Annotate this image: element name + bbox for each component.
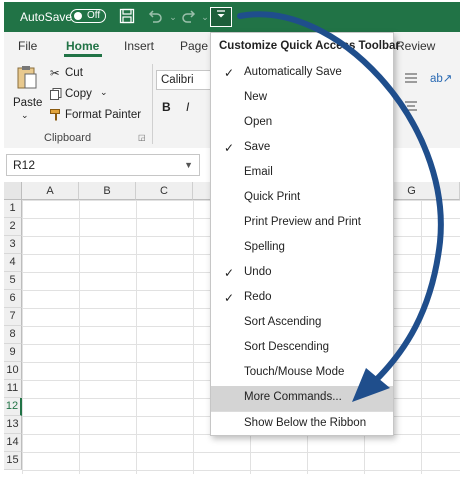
menu-item-open[interactable]: Open [211, 111, 393, 136]
row-header[interactable]: 9 [4, 344, 22, 362]
align-icon[interactable] [404, 72, 418, 87]
menu-item-label: Show Below the Ribbon [244, 417, 367, 429]
check-icon: ✓ [224, 291, 235, 305]
copy-icon[interactable] [50, 88, 62, 103]
excel-window: AutoSave Off ⌄ ⌄ File Home Insert Page R… [4, 2, 460, 474]
row-header[interactable]: 7 [4, 308, 22, 326]
copy-label[interactable]: Copy [65, 88, 92, 100]
menu-item-label: Redo [244, 291, 272, 303]
paste-icon[interactable] [16, 64, 38, 89]
menu-item-label: Spelling [244, 241, 285, 253]
italic-button[interactable]: I [186, 100, 189, 114]
cut-icon[interactable]: ✂ [50, 66, 60, 80]
column-header-a[interactable]: A [22, 182, 79, 200]
menu-item-undo[interactable]: ✓ Undo [211, 261, 393, 286]
undo-icon[interactable] [146, 8, 164, 26]
menu-item-label: More Commands... [244, 391, 342, 403]
menu-item-show-below-ribbon[interactable]: Show Below the Ribbon [211, 412, 393, 437]
row-header[interactable]: 14 [4, 434, 22, 452]
menu-item-new[interactable]: New [211, 86, 393, 111]
check-icon: ✓ [224, 66, 235, 80]
check-icon: ✓ [224, 141, 235, 155]
tab-home[interactable]: Home [66, 39, 99, 53]
menu-item-label: Sort Ascending [244, 316, 322, 328]
cut-label[interactable]: Cut [65, 67, 83, 79]
row-header[interactable]: 5 [4, 272, 22, 290]
row-header[interactable]: 11 [4, 380, 22, 398]
menu-item-label: Save [244, 141, 271, 153]
column-header-c[interactable]: C [136, 182, 193, 200]
menu-item-print-preview[interactable]: Print Preview and Print [211, 211, 393, 236]
tab-insert[interactable]: Insert [124, 39, 154, 53]
select-all-corner[interactable] [4, 182, 22, 200]
menu-item-spelling[interactable]: Spelling [211, 236, 393, 261]
menu-item-save[interactable]: ✓ Save [211, 136, 393, 161]
name-box-value: R12 [13, 158, 36, 172]
menu-item-label: Touch/Mouse Mode [244, 366, 345, 378]
menu-item-label: Quick Print [244, 191, 301, 203]
menu-title: Customize Quick Access Toolbar [219, 40, 400, 52]
row-header[interactable]: 6 [4, 290, 22, 308]
orientation-icon[interactable]: ab↗ [430, 71, 452, 85]
save-icon[interactable] [118, 8, 136, 26]
menu-item-sort-descending[interactable]: Sort Descending [211, 336, 393, 361]
menu-item-quick-print[interactable]: Quick Print [211, 186, 393, 211]
autosave-state: Off [87, 10, 101, 21]
tab-review[interactable]: Review [396, 39, 435, 53]
clipboard-group-label: Clipboard [44, 132, 92, 144]
menu-item-label: Email [244, 166, 273, 178]
row-header[interactable]: 10 [4, 362, 22, 380]
menu-item-email[interactable]: Email [211, 161, 393, 186]
menu-item-label: Undo [244, 266, 272, 278]
column-header-b[interactable]: B [79, 182, 136, 200]
active-tab-indicator [64, 54, 102, 57]
customize-qat-button[interactable] [210, 7, 232, 27]
align-center-icon[interactable] [404, 100, 418, 115]
row-header[interactable]: 13 [4, 416, 22, 434]
menu-item-label: Print Preview and Print [244, 216, 361, 228]
copy-dropdown-icon[interactable]: ⌄ [100, 87, 108, 98]
menu-item-automatically-save[interactable]: ✓ Automatically Save [211, 61, 393, 86]
menu-item-label: Automatically Save [244, 66, 342, 78]
bold-button[interactable]: B [162, 100, 171, 114]
name-box-dropdown-icon[interactable]: ▼ [184, 155, 193, 175]
autosave-label: AutoSave [20, 10, 73, 24]
title-bar: AutoSave Off ⌄ ⌄ [4, 2, 460, 32]
autosave-toggle[interactable]: Off [70, 9, 106, 23]
row-header[interactable]: 2 [4, 218, 22, 236]
menu-item-more-commands[interactable]: More Commands... [211, 386, 393, 411]
menu-item-label: Sort Descending [244, 341, 330, 353]
paste-dropdown-icon[interactable]: ⌄ [21, 110, 29, 121]
toggle-knob [74, 12, 82, 20]
menu-item-label: New [244, 91, 268, 103]
menu-item-touch-mouse-mode[interactable]: Touch/Mouse Mode [211, 361, 393, 386]
row-header[interactable]: 3 [4, 236, 22, 254]
font-name-field[interactable]: Calibri [156, 70, 214, 90]
customize-qat-menu: Customize Quick Access Toolbar ✓ Automati… [210, 32, 400, 437]
group-separator [152, 64, 153, 144]
format-painter-icon[interactable] [50, 109, 62, 124]
menu-item-redo[interactable]: ✓ Redo [211, 286, 393, 311]
tab-file[interactable]: File [18, 39, 37, 53]
check-icon: ✓ [224, 266, 235, 280]
menu-item-label: Open [244, 116, 273, 128]
menu-item-sort-ascending[interactable]: Sort Ascending [211, 311, 393, 336]
paste-label[interactable]: Paste [13, 97, 42, 109]
row-header[interactable]: 15 [4, 452, 22, 470]
row-header[interactable]: 8 [4, 326, 22, 344]
format-painter-label[interactable]: Format Painter [65, 109, 141, 121]
row-header-selected[interactable]: 12 [4, 398, 22, 416]
row-header[interactable]: 4 [4, 254, 22, 272]
clipboard-launcher-icon[interactable]: ◲ [138, 133, 146, 142]
row-header[interactable]: 1 [4, 200, 22, 218]
name-box[interactable]: R12 ▼ [6, 154, 200, 176]
tab-page[interactable]: Page [180, 39, 208, 53]
